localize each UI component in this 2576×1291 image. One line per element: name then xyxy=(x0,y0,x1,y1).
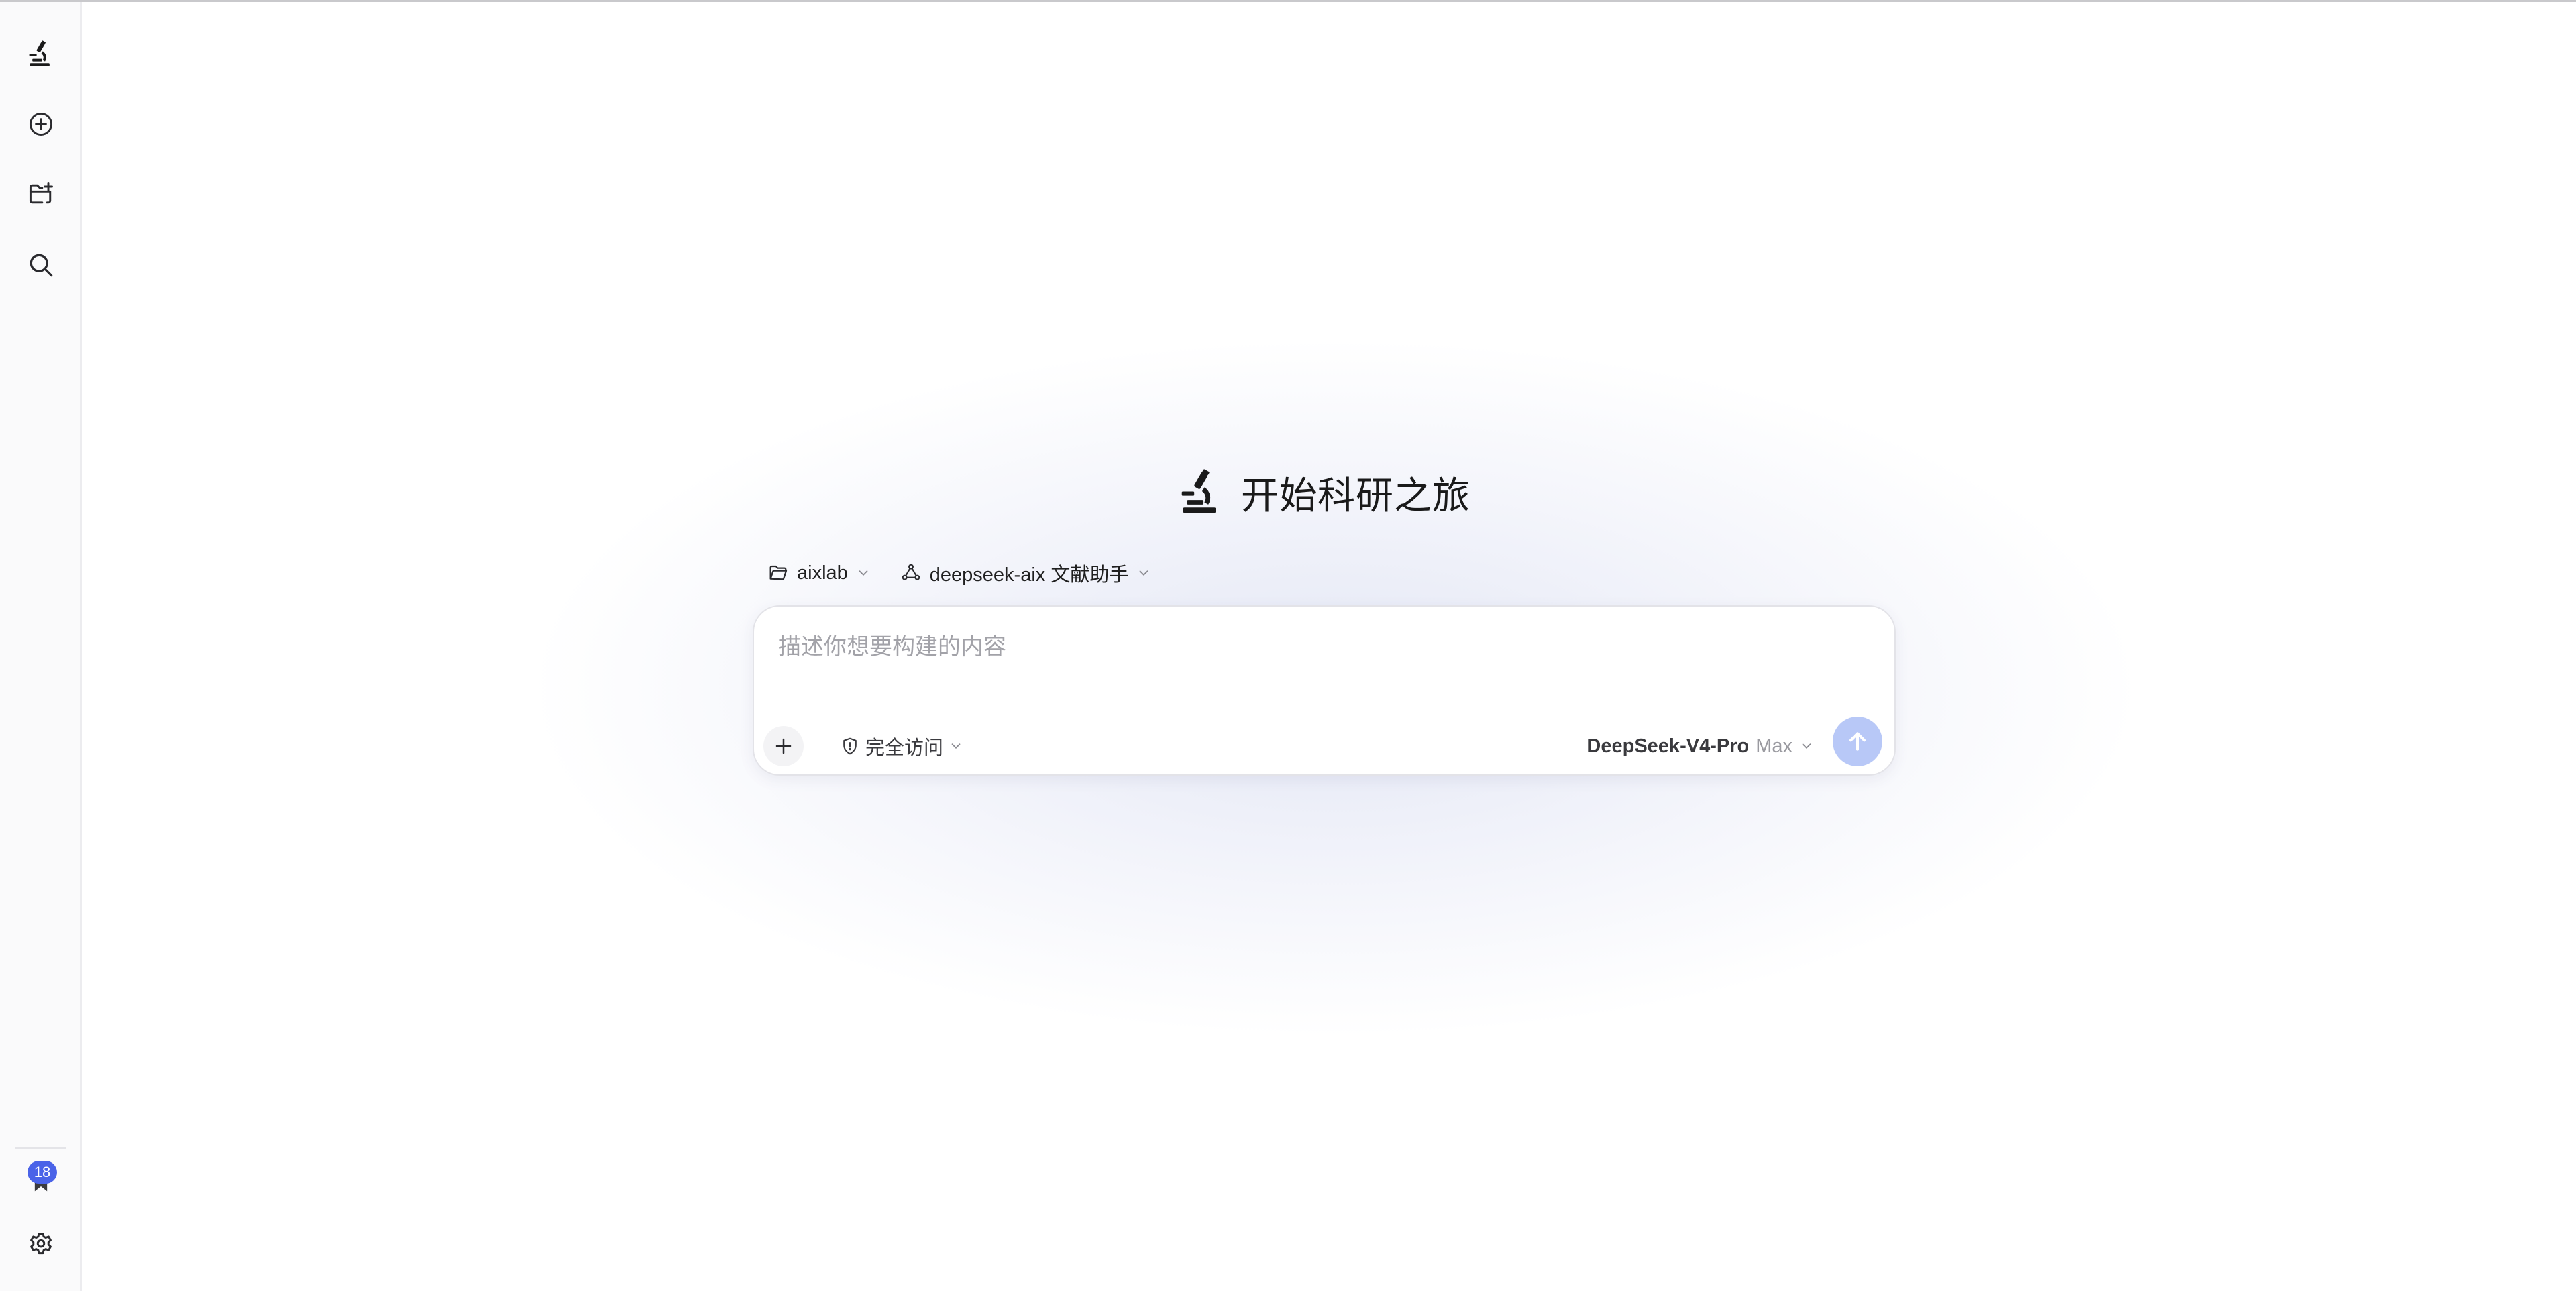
shield-icon xyxy=(843,737,857,755)
logo-button[interactable] xyxy=(21,34,61,74)
plus-icon xyxy=(775,738,792,754)
new-project-button[interactable] xyxy=(21,174,61,214)
page-title: 开始科研之旅 xyxy=(1241,474,1470,518)
model-name: DeepSeek-V4-Pro xyxy=(1587,735,1750,757)
access-mode-label: 完全访问 xyxy=(865,736,944,759)
microscope-icon xyxy=(29,40,50,66)
folder-plus-icon xyxy=(29,182,53,204)
hero: 开始科研之旅 xyxy=(1177,464,1470,521)
access-mode-selector[interactable]: 完全访问 xyxy=(840,731,963,761)
chevron-down-icon xyxy=(1139,570,1148,576)
prompt-composer: 完全访问 DeepSeek-V4-Pro Max xyxy=(753,605,1896,776)
chevron-down-icon xyxy=(1802,743,1811,750)
project-folder-label: aixlab xyxy=(797,562,848,584)
model-selector[interactable]: DeepSeek-V4-Pro Max xyxy=(1587,731,1814,761)
send-button[interactable] xyxy=(1833,717,1882,766)
microscope-icon xyxy=(1181,469,1216,513)
agent-icon xyxy=(902,564,920,580)
attach-button[interactable] xyxy=(763,726,804,766)
new-chat-button[interactable] xyxy=(21,104,61,144)
plus-circle-icon xyxy=(29,112,53,136)
chevron-down-icon xyxy=(951,743,961,750)
sidebar-divider xyxy=(15,1147,66,1149)
folder-icon xyxy=(769,565,788,580)
prompt-input[interactable] xyxy=(777,623,1853,671)
search-button[interactable] xyxy=(21,245,61,285)
arrow-up-icon xyxy=(1849,732,1866,751)
project-folder-selector[interactable]: aixlab xyxy=(767,562,871,584)
settings-button[interactable] xyxy=(21,1225,61,1265)
model-tier: Max xyxy=(1756,735,1792,757)
gear-icon xyxy=(30,1233,52,1255)
sidebar: 18 xyxy=(0,2,82,1291)
chevron-down-icon xyxy=(859,570,868,576)
context-selector-row: aixlab deepseek-aix 文献助手 xyxy=(767,556,1151,590)
notification-badge: 18 xyxy=(28,1161,57,1184)
window-top-border xyxy=(0,0,2576,2)
agent-selector[interactable]: deepseek-aix 文献助手 xyxy=(900,559,1152,587)
agent-label: deepseek-aix 文献助手 xyxy=(929,564,1129,586)
search-icon xyxy=(30,254,53,277)
